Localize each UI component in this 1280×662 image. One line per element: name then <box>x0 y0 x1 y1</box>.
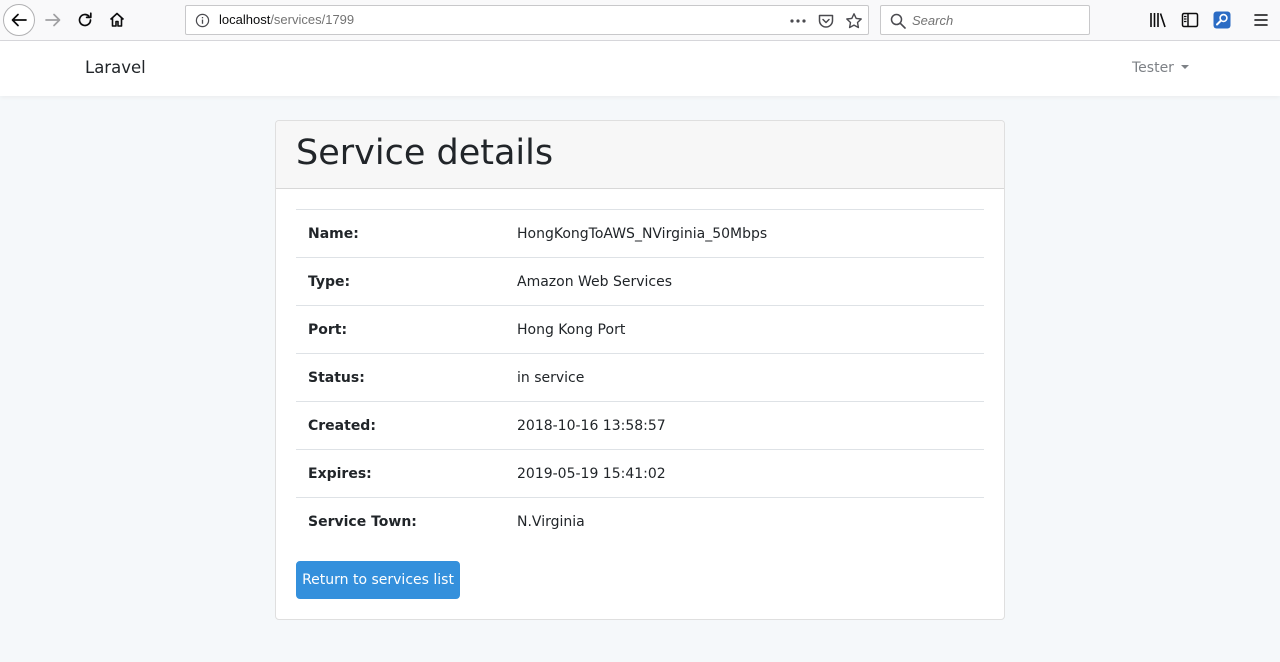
browser-search-bar[interactable] <box>880 5 1090 35</box>
table-row: Service Town: N.Virginia <box>296 497 984 546</box>
library-icon[interactable] <box>1148 10 1168 30</box>
row-label: Expires: <box>296 449 505 498</box>
row-value: 2019-05-19 15:41:02 <box>505 449 984 498</box>
pocket-icon[interactable] <box>817 12 835 30</box>
row-label: Created: <box>296 401 505 450</box>
address-bar[interactable]: localhost/services/1799 <box>185 5 869 35</box>
row-value: N.Virginia <box>505 497 984 546</box>
page-title: Service details <box>296 133 554 173</box>
table-row: Name: HongKongToAWS_NVirginia_50Mbps <box>296 209 984 258</box>
table-row: Created: 2018-10-16 13:58:57 <box>296 401 984 450</box>
card-header: Service details <box>276 121 1004 189</box>
row-label: Port: <box>296 305 505 354</box>
row-label: Service Town: <box>296 497 505 546</box>
url-path: /services/1799 <box>270 12 355 27</box>
row-value: HongKongToAWS_NVirginia_50Mbps <box>505 209 984 258</box>
brand-link[interactable]: Laravel <box>85 58 146 77</box>
forward-icon[interactable] <box>37 4 69 36</box>
back-icon[interactable] <box>3 4 35 36</box>
service-details-card: Service details Name: HongKongToAWS_NVir… <box>275 120 1005 620</box>
more-icon[interactable] <box>789 12 807 30</box>
user-name: Tester <box>1132 60 1174 76</box>
home-icon[interactable] <box>101 4 133 36</box>
row-label: Name: <box>296 209 505 258</box>
search-icon <box>890 13 906 29</box>
table-row: Type: Amazon Web Services <box>296 257 984 306</box>
row-label: Type: <box>296 257 505 306</box>
row-value: Amazon Web Services <box>505 257 984 306</box>
url-host: localhost <box>219 12 271 27</box>
table-row: Status: in service <box>296 353 984 402</box>
info-icon[interactable] <box>195 13 210 28</box>
url-text[interactable]: localhost/services/1799 <box>219 12 354 27</box>
row-value: 2018-10-16 13:58:57 <box>505 401 984 450</box>
browser-toolbar: localhost/services/1799 <box>0 0 1280 41</box>
table-row: Port: Hong Kong Port <box>296 305 984 354</box>
details-table: Name: HongKongToAWS_NVirginia_50Mbps Typ… <box>296 209 984 546</box>
return-to-services-button[interactable]: Return to services list <box>296 561 460 599</box>
row-label: Status: <box>296 353 505 402</box>
sidebar-icon[interactable] <box>1180 10 1200 30</box>
search-input[interactable] <box>912 10 1082 30</box>
app-navbar: Laravel Tester <box>0 41 1280 96</box>
star-icon[interactable] <box>845 12 863 30</box>
row-value: in service <box>505 353 984 402</box>
caret-down-icon <box>1180 65 1189 69</box>
user-menu-dropdown[interactable]: Tester <box>1132 60 1189 76</box>
extension-icon[interactable] <box>1212 10 1232 30</box>
row-value: Hong Kong Port <box>505 305 984 354</box>
reload-icon[interactable] <box>69 4 101 36</box>
menu-icon[interactable] <box>1251 10 1271 30</box>
table-row: Expires: 2019-05-19 15:41:02 <box>296 449 984 498</box>
